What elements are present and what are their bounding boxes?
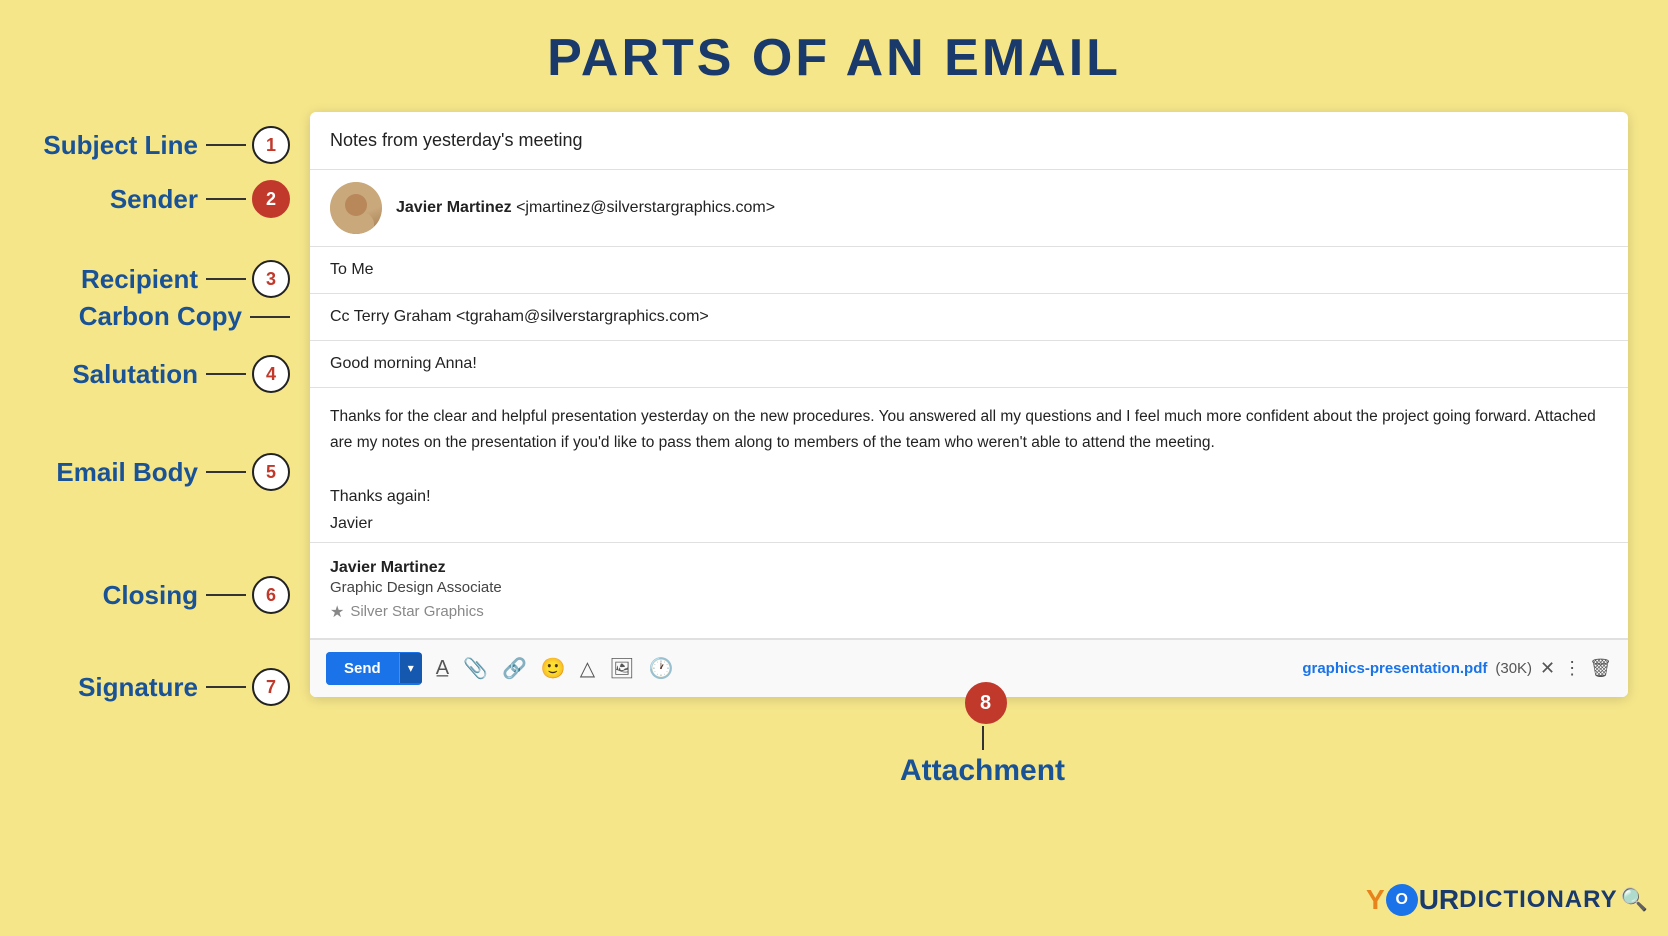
sender-label: Sender: [110, 184, 198, 215]
yd-circle: O: [1386, 884, 1418, 916]
email-body-label: Email Body: [56, 457, 198, 488]
drive-icon[interactable]: △: [580, 656, 595, 681]
clock-icon[interactable]: 🕐: [649, 656, 674, 681]
sig-name: Javier Martinez: [330, 559, 446, 577]
attachment-more-icon[interactable]: ⋮: [1563, 658, 1581, 679]
sig-company: ★ Silver Star Graphics: [330, 602, 484, 622]
send-button-group[interactable]: Send ▾: [326, 652, 422, 685]
page-title: PARTS OF AN EMAIL: [0, 0, 1668, 108]
closing-label: Closing: [103, 580, 198, 611]
attachment-close-icon[interactable]: ✕: [1540, 658, 1555, 679]
attach-icon[interactable]: 📎: [463, 656, 488, 681]
number-8: 8: [965, 682, 1007, 724]
body-connector: [206, 471, 246, 473]
carbon-copy-label: Carbon Copy: [79, 301, 242, 332]
salutation-text: Good morning Anna!: [330, 355, 477, 373]
emoji-icon[interactable]: 🙂: [541, 656, 566, 681]
sender-name: Javier Martinez: [396, 199, 512, 216]
subject-row: Notes from yesterday's meeting: [310, 112, 1628, 170]
sender-connector: [206, 198, 246, 200]
number-4: 4: [252, 355, 290, 393]
email-panel: Notes from yesterday's meeting Javier Ma…: [310, 112, 1628, 697]
attachment-filename: graphics-presentation.pdf: [1302, 660, 1487, 677]
salutation-row: Good morning Anna!: [310, 341, 1628, 388]
attachment-area: graphics-presentation.pdf (30K) ✕ ⋮ 🗑: [1302, 658, 1612, 679]
recipient-connector: [206, 278, 246, 280]
number-6: 6: [252, 576, 290, 614]
number-7: 7: [252, 668, 290, 706]
sender-row: Javier Martinez <jmartinez@silverstargra…: [310, 170, 1628, 247]
avatar: [330, 182, 382, 234]
salutation-connector: [206, 373, 246, 375]
closing-row: Thanks again! Javier: [310, 471, 1628, 542]
cc-connector: [250, 316, 290, 318]
attachment-size: (30K): [1495, 660, 1532, 677]
attachment-callout: 8 Attachment: [900, 682, 1065, 788]
format-text-icon[interactable]: A̲: [436, 657, 449, 680]
salutation-label: Salutation: [72, 359, 198, 390]
number-3: 3: [252, 260, 290, 298]
email-body-row: Thanks for the clear and helpful present…: [310, 388, 1628, 471]
callout-8-line: [982, 726, 984, 750]
signature-row: Javier Martinez Graphic Design Associate…: [310, 543, 1628, 639]
closing-text: Thanks again! Javier: [330, 483, 431, 537]
recipient-label: Recipient: [81, 264, 198, 295]
subject-line-connector: [206, 144, 246, 146]
link-icon[interactable]: 🔗: [502, 656, 527, 681]
signature-label: Signature: [78, 672, 198, 703]
number-5: 5: [252, 453, 290, 491]
recipient-row: To Me: [310, 247, 1628, 294]
closing-line1: Thanks again!: [330, 483, 431, 510]
cc-row: Cc Terry Graham <tgraham@silverstargraph…: [310, 294, 1628, 341]
sender-email: <jmartinez@silverstargraphics.com>: [516, 199, 775, 216]
subject-line-label: Subject Line: [43, 130, 198, 161]
signature-connector: [206, 686, 246, 688]
send-button[interactable]: Send: [326, 652, 399, 685]
closing-connector: [206, 594, 246, 596]
number-1: 1: [252, 126, 290, 164]
yourdictionary-logo: Y O UR DICTIONARY 🔍: [1366, 884, 1648, 916]
sig-title: Graphic Design Associate: [330, 579, 502, 596]
closing-line2: Javier: [330, 510, 431, 537]
body-text: Thanks for the clear and helpful present…: [330, 408, 1596, 451]
cc-text: Cc Terry Graham <tgraham@silverstargraph…: [330, 308, 709, 326]
subject-text: Notes from yesterday's meeting: [330, 130, 583, 151]
number-2: 2: [252, 180, 290, 218]
image-icon[interactable]: 🖼: [609, 656, 634, 681]
send-dropdown-button[interactable]: ▾: [399, 653, 422, 683]
recipient-text: To Me: [330, 261, 374, 279]
magnifier-icon: 🔍: [1621, 887, 1648, 913]
attachment-label: Attachment: [900, 754, 1065, 788]
attachment-delete-icon[interactable]: 🗑: [1589, 658, 1612, 679]
star-icon: ★: [330, 602, 344, 622]
